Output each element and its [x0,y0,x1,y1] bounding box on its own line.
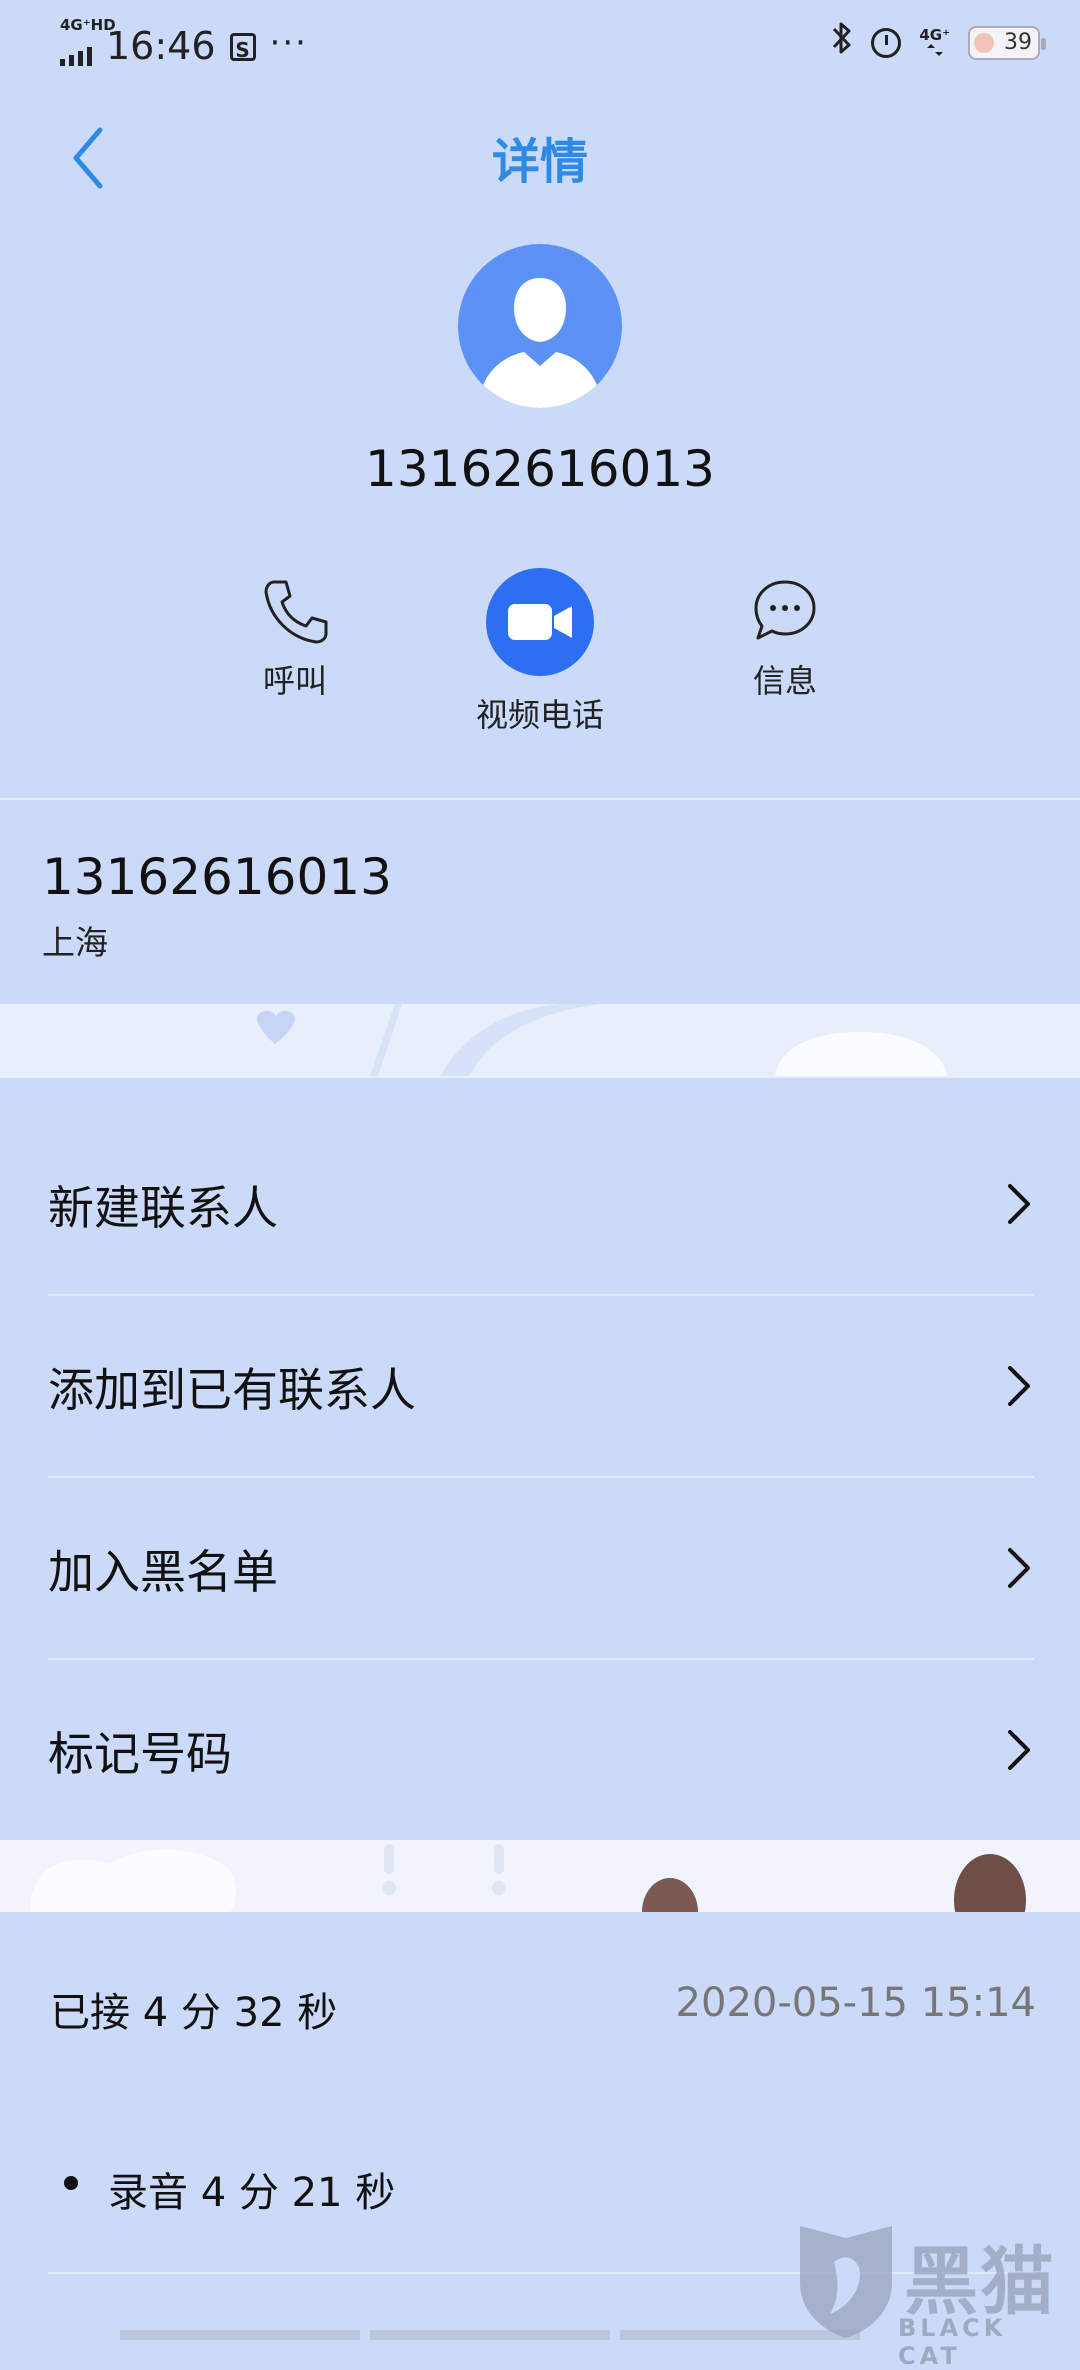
call-button[interactable]: 呼叫 [230,576,360,702]
status-bar: 4G⁺HD 16:46 S ··· 4G⁺ 39 [0,0,1080,80]
number-location: 上海 [42,923,108,962]
person-icon [478,278,602,408]
status-left: 4G⁺HD 16:46 S ··· [60,16,308,68]
network-type-right: 4G⁺ [919,25,950,44]
decorative-band [0,1004,1080,1076]
recording-item[interactable]: 录音 4 分 21 秒 [108,2160,395,2218]
call-datetime: 2020-05-15 15:14 [675,1980,1036,2026]
chevron-right-icon [1008,1548,1030,1588]
menu-label: 新建联系人 [48,1181,278,1235]
section-divider [0,798,1080,800]
band-divider [0,1076,1080,1078]
status-right: 4G⁺ 39 [831,20,1046,65]
video-camera-icon [508,604,572,640]
menu-item-new-contact[interactable]: 新建联系人 [48,1114,1034,1294]
contact-number-title: 13162616013 [365,440,715,498]
avatar [458,244,622,408]
watermark-en: BLACK CAT [898,2314,1007,2370]
page-title: 详情 [491,134,588,190]
chevron-right-icon [1008,1184,1030,1224]
decorative-band [0,1840,1080,1912]
recording-bullet [64,2176,78,2190]
mobile-data-icon: 4G⁺ [919,27,950,59]
video-call-label: 视频电话 [475,696,604,734]
chat-bubble-icon [754,580,816,640]
watermark: 黑猫 BLACK CAT [794,2222,1074,2370]
phone-number[interactable]: 13162616013 [42,848,392,906]
toolbar-segment [370,2330,610,2340]
call-label: 呼叫 [262,662,327,700]
message-label: 信息 [752,662,817,700]
phone-icon [264,580,328,644]
app-notification-icon: S [229,33,256,62]
status-time: 16:46 [106,24,216,68]
cat-shield-icon [800,2226,892,2338]
message-button[interactable]: 信息 [720,576,850,702]
menu-label: 加入黑名单 [48,1545,278,1599]
video-call-circle [486,568,594,676]
signal-icon [60,44,92,66]
battery-level: 39 [1004,30,1032,55]
menu-item-blacklist[interactable]: 加入黑名单 [48,1478,1034,1658]
menu-item-add-to-existing[interactable]: 添加到已有联系人 [48,1296,1034,1476]
alarm-icon [871,27,902,58]
heart-decoration-icon [257,1004,948,1076]
menu-label: 标记号码 [48,1727,232,1781]
chevron-right-icon [1008,1730,1030,1770]
illustration-decoration-icon [30,1844,1026,1912]
menu-label: 添加到已有联系人 [48,1363,416,1417]
video-call-button[interactable]: 视频电话 [440,568,640,736]
network-type-label: 4G⁺HD [60,16,116,34]
bluetooth-icon [831,20,853,65]
watermark-cn: 黑猫 [904,2239,1056,2325]
call-status: 已接 4 分 32 秒 [50,1990,338,2036]
menu-item-mark-number[interactable]: 标记号码 [48,1660,1034,1840]
battery-icon: 39 [968,25,1046,60]
chevron-right-icon [1008,1366,1030,1406]
toolbar-segment [120,2330,360,2340]
more-notifications-icon: ··· [269,23,308,63]
